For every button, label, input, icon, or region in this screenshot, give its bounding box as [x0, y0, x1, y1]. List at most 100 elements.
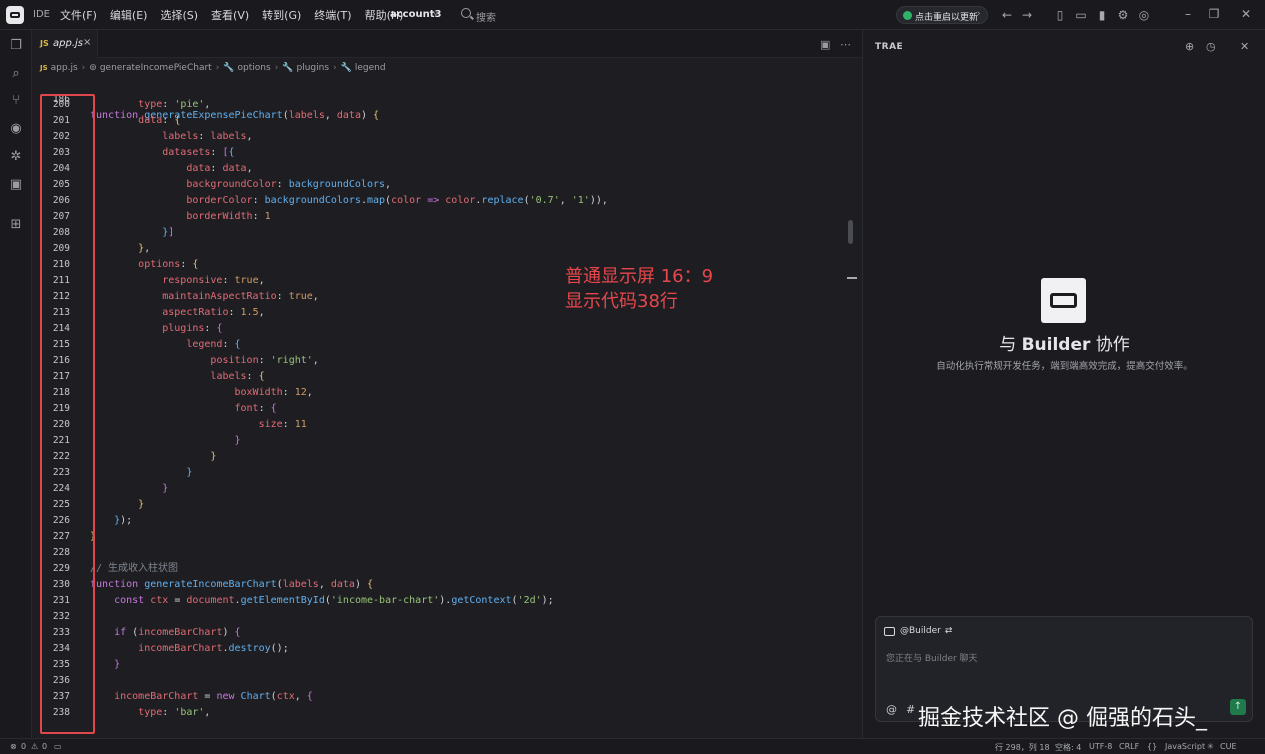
restore-icon[interactable]: ❐ — [1206, 6, 1222, 22]
more-actions-icon[interactable]: ⋯ — [840, 38, 851, 51]
code-text: } — [138, 499, 145, 510]
breadcrumb-function[interactable]: generateIncomePieChart — [100, 63, 212, 73]
context-hash-icon[interactable]: # — [906, 703, 915, 716]
function-icon: ⊚ — [89, 63, 97, 73]
warning-icon[interactable]: ⚠ — [31, 742, 38, 751]
source-control-icon[interactable]: ⑂ — [8, 93, 24, 109]
title-bar: IDE 文件(F) 编辑(E) 选择(S) 查看(V) 转到(G) 终端(T) … — [0, 0, 1265, 30]
code-text: }, — [138, 243, 151, 254]
back-arrow-icon[interactable]: ← — [1000, 8, 1014, 22]
code-text: } — [210, 451, 217, 462]
update-status-icon — [903, 11, 912, 20]
update-button[interactable]: 点击重启以更新 › — [896, 6, 988, 24]
language-mode[interactable]: JavaScript — [1165, 742, 1205, 751]
breadcrumb-options[interactable]: options — [238, 63, 271, 73]
close-panel-icon[interactable]: ✕ — [1240, 40, 1249, 53]
builder-heading: 与 Builder 协作 — [863, 330, 1265, 355]
toggle-right-panel-icon[interactable]: ▮ — [1095, 8, 1109, 22]
code-text: position: 'right', — [210, 355, 319, 366]
builder-logo-icon — [1041, 278, 1086, 323]
code-text: } — [186, 467, 193, 478]
code-text: labels: labels, — [162, 131, 253, 142]
toggle-sidebar-icon[interactable]: ▯ — [1053, 8, 1067, 22]
code-text: function generateIncomeBarChart(labels, … — [90, 579, 374, 590]
menu-terminal[interactable]: 终端(T) — [314, 7, 351, 23]
breadcrumb-separator-icon: › — [274, 63, 279, 73]
terminal-icon[interactable]: ▭ — [54, 742, 62, 751]
code-text: plugins: { — [162, 323, 223, 334]
tab-app-js[interactable]: JS app.js × — [32, 30, 98, 58]
problems-icon[interactable]: ⊗ — [10, 742, 17, 751]
menu-edit[interactable]: 编辑(E) — [110, 7, 148, 23]
menu-view[interactable]: 查看(V) — [211, 7, 249, 23]
breadcrumb-file[interactable]: app.js — [51, 63, 78, 73]
cursor-position[interactable]: 行 298，列 18 — [995, 742, 1050, 753]
ai-assistant-panel: TRAE ⊕ ◷ ✕ 与 Builder 协作 自动化执行常规开发任务，端到端高… — [862, 30, 1265, 738]
chevron-down-icon[interactable]: ⌄ — [432, 8, 440, 18]
warnings-count[interactable]: 0 — [42, 742, 47, 751]
code-text: options: { — [138, 259, 199, 270]
search-box[interactable]: 搜索 — [476, 9, 496, 24]
breadcrumb-separator-icon: › — [215, 63, 220, 73]
send-icon[interactable]: ↑ — [1230, 699, 1246, 715]
explorer-icon[interactable]: ❐ — [8, 38, 24, 54]
agent-tag[interactable]: @Builder ⇄ — [884, 623, 964, 639]
history-icon[interactable]: ◷ — [1206, 40, 1216, 53]
code-text: legend: { — [186, 339, 241, 350]
settings-gear-icon[interactable]: ⚙ — [1116, 8, 1130, 22]
code-text: type: 'pie', — [138, 99, 211, 110]
encoding[interactable]: UTF-8 — [1089, 742, 1112, 751]
code-text: } — [162, 483, 169, 494]
property-icon: 🔧 — [340, 63, 352, 73]
annotation-text: 普通显示屏 16：9 显示代码38行 — [565, 264, 713, 314]
switch-agent-icon[interactable]: ⇄ — [945, 626, 953, 636]
menu-goto[interactable]: 转到(G) — [262, 7, 301, 23]
forward-arrow-icon[interactable]: → — [1020, 8, 1034, 22]
code-text: labels: { — [210, 371, 265, 382]
split-editor-icon[interactable]: ▣ — [820, 38, 830, 51]
minimize-icon[interactable]: – — [1180, 6, 1196, 22]
heading-suffix: 协作 — [1095, 335, 1130, 355]
debug-icon[interactable]: ✲ — [8, 149, 24, 165]
breadcrumb: JS app.js › ⊚ generateIncomePieChart › 🔧… — [40, 62, 386, 74]
menu-select[interactable]: 选择(S) — [160, 7, 198, 23]
code-text: }] — [162, 227, 175, 238]
search-files-icon[interactable]: ⌕ — [8, 66, 24, 82]
chevron-right-icon: › — [977, 9, 981, 19]
property-icon: 🔧 — [282, 63, 294, 73]
editor-scrollbar-thumb[interactable] — [848, 220, 853, 244]
editor-area: JS app.js × ▣ ⋯ JS app.js › ⊚ generateIn… — [32, 30, 862, 738]
builder-subtitle: 自动化执行常规开发任务，端到端高效完成，提高交付效率。 — [936, 361, 1193, 372]
remote-icon[interactable]: ▣ — [8, 177, 24, 193]
toggle-panel-icon[interactable]: ▭ — [1074, 8, 1088, 22]
breadcrumb-plugins[interactable]: plugins — [297, 63, 330, 73]
code-text: boxWidth: 12, — [234, 387, 313, 398]
javascript-file-icon: JS — [40, 39, 49, 48]
code-text: type: 'bar', — [138, 707, 211, 718]
mention-icon[interactable]: @ — [886, 703, 897, 716]
breadcrumb-legend[interactable]: legend — [355, 63, 386, 73]
indentation[interactable]: 空格: 4 — [1055, 742, 1081, 753]
new-chat-icon[interactable]: ⊕ — [1185, 40, 1194, 53]
editor-tab-bar: JS app.js × ▣ ⋯ — [32, 30, 862, 58]
close-window-icon[interactable]: ✕ — [1238, 6, 1254, 22]
sticky-scroll-line[interactable]: 186 function generateExpensePieChart(lab… — [32, 76, 379, 121]
search-icon[interactable] — [461, 8, 471, 18]
tab-close-icon[interactable]: × — [83, 37, 91, 48]
code-text: incomeBarChart.destroy(); — [138, 643, 289, 654]
extra-status[interactable]: CUE — [1220, 742, 1237, 751]
code-text: incomeBarChart = new Chart(ctx, { — [114, 691, 313, 702]
agent-tag-label: @Builder — [900, 626, 941, 636]
watermark: 掘金技术社区 @ 倔强的石头_ — [918, 706, 1207, 731]
problems-count[interactable]: 0 — [21, 742, 26, 751]
account-icon[interactable]: ◎ — [1137, 8, 1151, 22]
line-ending[interactable]: CRLF — [1119, 742, 1139, 751]
menu-file[interactable]: 文件(F) — [60, 7, 97, 23]
braces-icon[interactable]: {} — [1147, 742, 1157, 751]
preview-eye-icon[interactable]: ◉ — [8, 121, 24, 137]
panel-title: TRAE — [875, 42, 904, 52]
extensions-icon[interactable]: ⊞ — [8, 217, 24, 233]
annotation-highlight-box — [40, 94, 95, 734]
notification-icon[interactable]: ✳ — [1207, 742, 1214, 751]
chat-input[interactable]: 您正在与 Builder 聊天 — [886, 651, 978, 664]
